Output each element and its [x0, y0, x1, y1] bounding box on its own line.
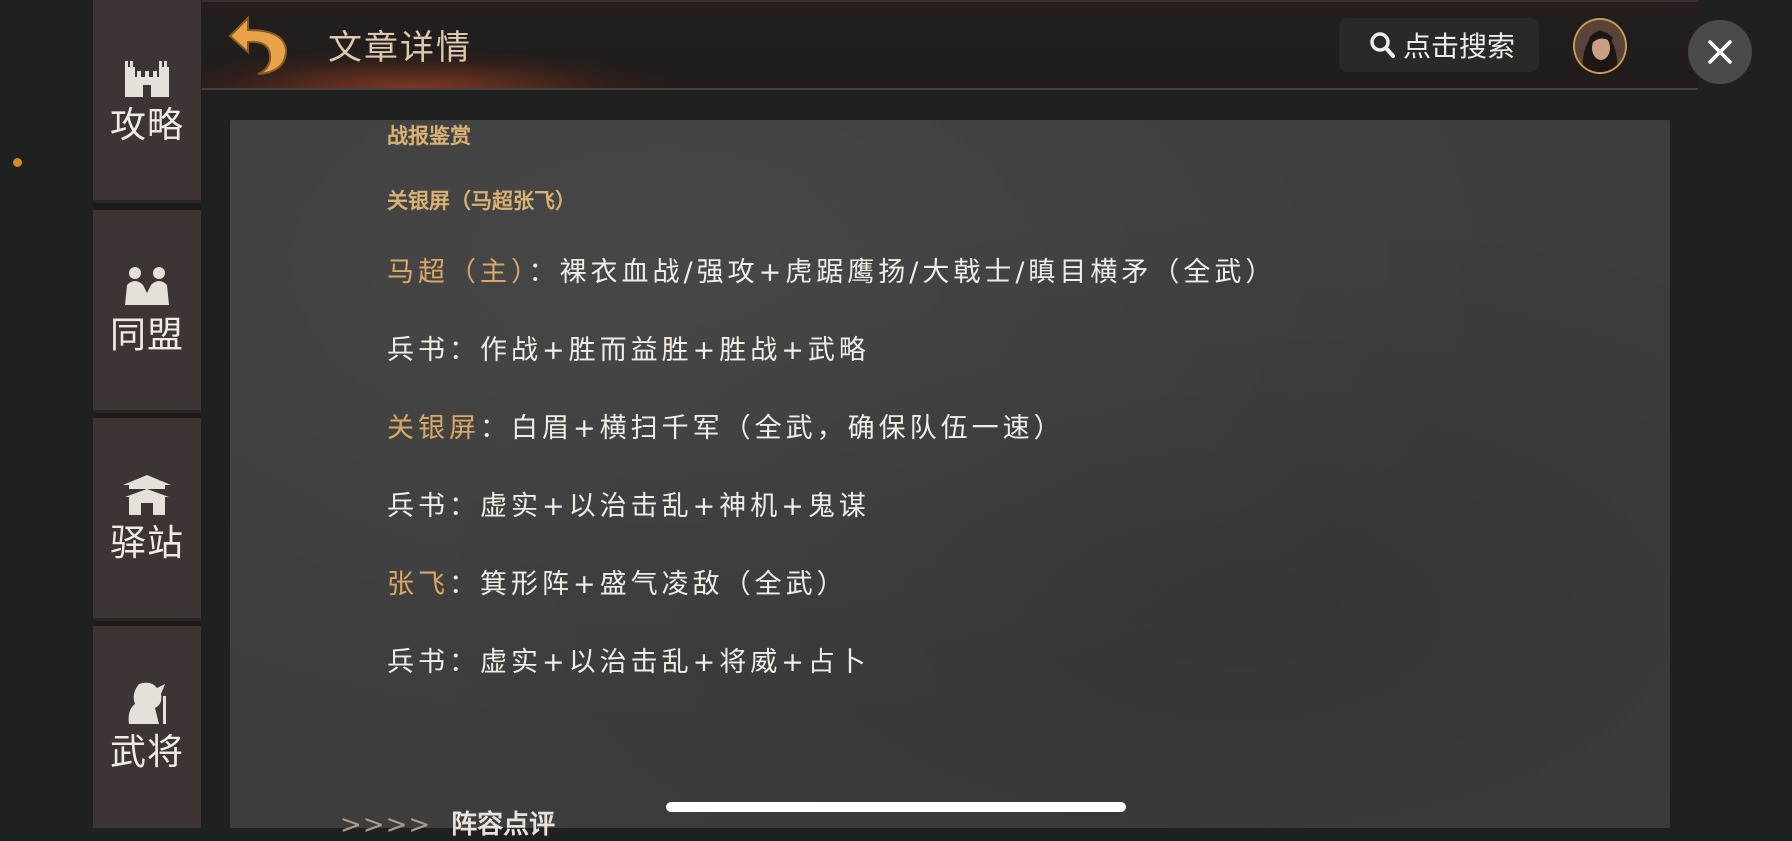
close-button[interactable]	[1688, 20, 1752, 84]
line-text: ：裸衣血战/强攻+虎踞鹰扬/大戟士/瞋目横矛（全武）	[528, 257, 1277, 288]
lineup-title: 关银屏（马超张飞）	[387, 189, 576, 213]
sidebar-item-label: 同盟	[109, 315, 184, 356]
article-content: 战报鉴赏 关银屏（马超张飞） 马超（主）：裸衣血战/强攻+虎踞鹰扬/大戟士/瞋目…	[230, 120, 1670, 840]
general-icon	[128, 682, 166, 724]
hero-name: 关银屏	[387, 413, 480, 444]
back-arrow-icon	[228, 15, 288, 75]
search-button[interactable]: 点击搜索	[1339, 18, 1539, 72]
header-bar: 文章详情 点击搜索	[202, 0, 1698, 90]
avatar[interactable]	[1573, 18, 1627, 74]
sidebar-item-label: 武将	[109, 732, 184, 773]
home-indicator[interactable]	[666, 802, 1126, 812]
sidebar-item-strategy[interactable]: 攻略	[93, 0, 201, 203]
sidebar-item-label: 驿站	[109, 523, 184, 564]
hero-name: 张飞	[387, 569, 449, 600]
next-section-title: 阵容点评	[451, 810, 556, 840]
line-text: 兵书：作战+胜而益胜+胜战+武略	[387, 335, 870, 366]
search-icon	[1370, 32, 1395, 58]
sidebar-item-alliance[interactable]: 同盟	[93, 210, 201, 413]
article-line: 马超（主）：裸衣血战/强攻+虎踞鹰扬/大戟士/瞋目横矛（全武）	[387, 250, 1276, 289]
line-text: 兵书：虚实+以治击乱+将威+占卜	[387, 647, 870, 678]
page-title: 文章详情	[328, 28, 472, 68]
article-category: 战报鉴赏	[387, 124, 471, 148]
indicator-dot	[13, 158, 22, 167]
line-text: ：白眉+横扫千军（全武，确保队伍一速）	[480, 413, 1065, 444]
alliance-icon	[125, 267, 169, 305]
user-avatar-icon	[1575, 20, 1625, 72]
next-section-heading: >>>> 阵容点评	[340, 804, 555, 841]
sidebar-item-post-station[interactable]: 驿站	[93, 418, 201, 621]
line-text: 兵书：虚实+以治击乱+神机+鬼谋	[387, 491, 870, 522]
search-label: 点击搜索	[1403, 30, 1516, 63]
article-line: 兵书：虚实+以治击乱+将威+占卜	[387, 640, 870, 679]
sidebar-item-general[interactable]: 武将	[93, 626, 201, 828]
castle-icon	[125, 61, 169, 97]
article-line: 兵书：作战+胜而益胜+胜战+武略	[387, 328, 870, 367]
hero-name: 马超（主）	[387, 257, 529, 288]
article-line: 兵书：虚实+以治击乱+神机+鬼谋	[387, 484, 870, 523]
back-button[interactable]	[226, 10, 290, 78]
article-line: 关银屏：白眉+横扫千军（全武，确保队伍一速）	[387, 406, 1065, 445]
article-line: 张飞：箕形阵+盛气凌敌（全武）	[387, 562, 848, 601]
close-icon	[1708, 40, 1732, 64]
line-text: ：箕形阵+盛气凌敌（全武）	[449, 569, 848, 600]
sidebar-item-label: 攻略	[109, 105, 184, 146]
sidebar: 攻略 同盟 驿站 武将	[93, 0, 201, 828]
arrows-decoration: >>>>	[340, 810, 432, 840]
post-station-icon	[123, 475, 171, 515]
